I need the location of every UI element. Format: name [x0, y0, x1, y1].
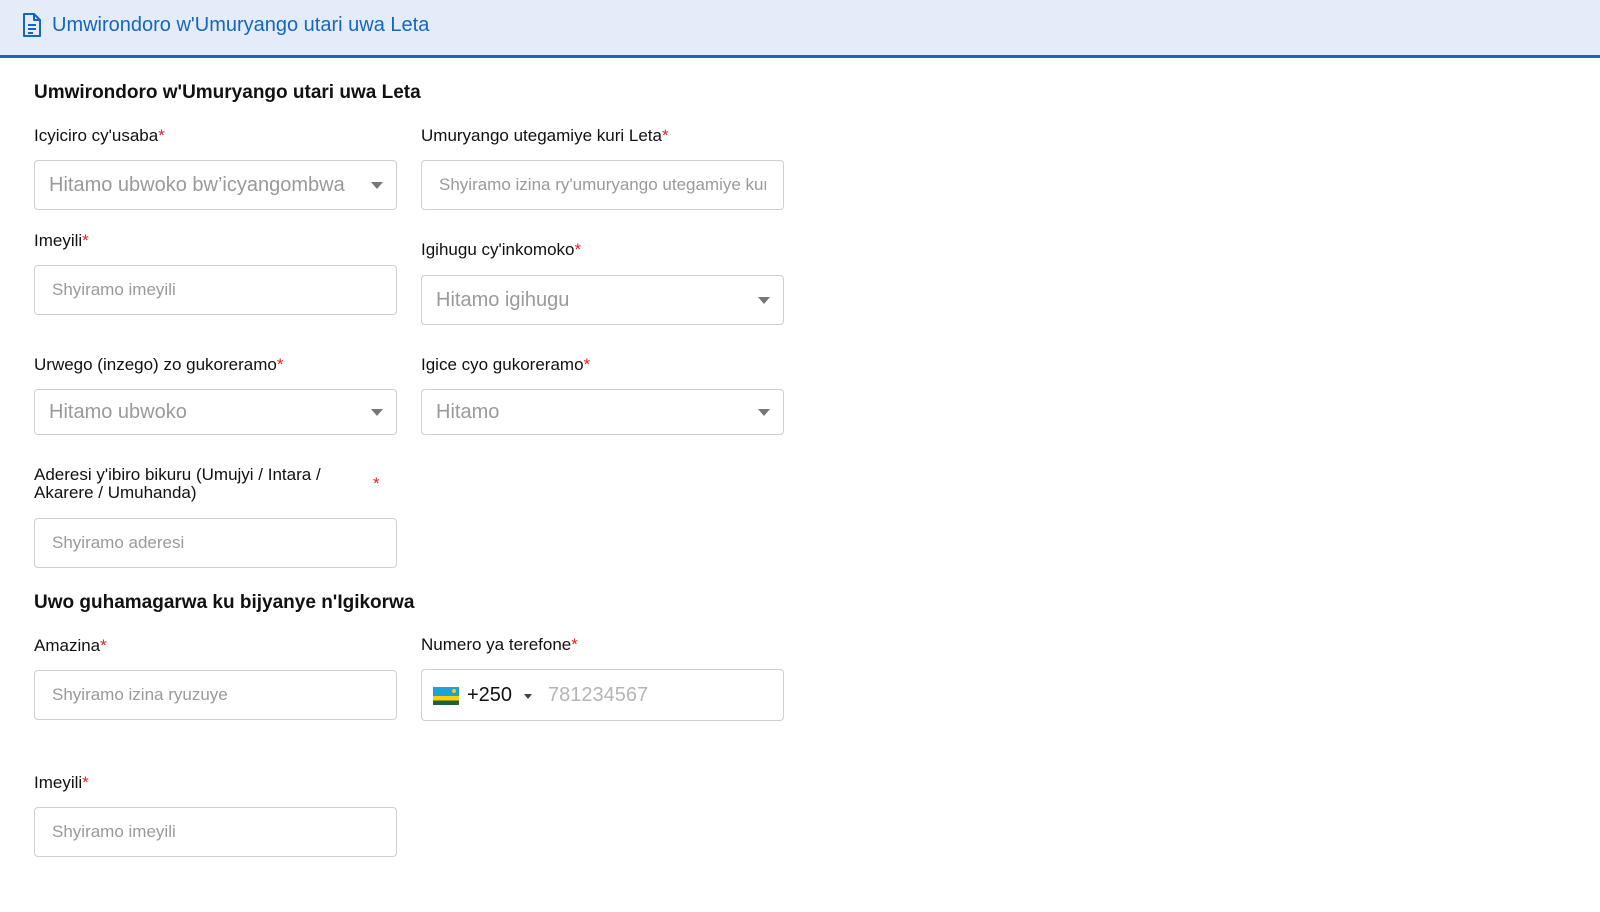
caret-down-icon [758, 409, 770, 416]
required-marker: * [276, 355, 284, 374]
country-select[interactable]: Hitamo igihugu [421, 275, 784, 325]
name-label: Amazina* [34, 636, 107, 655]
document-icon [23, 13, 41, 37]
required-marker: * [82, 773, 89, 792]
sector-select[interactable]: Hitamo ubwoko [34, 389, 397, 435]
section-title-contact: Uwo guhamagarwa ku bijyanye n'Igikorwa [34, 592, 415, 613]
country-code[interactable]: +250 [467, 684, 512, 707]
email-input[interactable] [36, 267, 395, 313]
country-placeholder: Hitamo igihugu [436, 289, 570, 311]
fullname-field[interactable] [34, 670, 397, 720]
fullname-input[interactable] [36, 672, 395, 718]
phone-input[interactable] [534, 671, 774, 719]
email-label: Imeyili* [34, 231, 89, 250]
required-marker: * [574, 240, 582, 259]
parent-org-input[interactable] [423, 162, 782, 208]
section-title-organization: Umwirondoro w'Umuryango utari uwa Leta [34, 82, 421, 103]
rwanda-flag-icon[interactable] [433, 687, 459, 705]
area-select[interactable]: Hitamo [421, 389, 784, 435]
required-marker: * [571, 635, 578, 654]
required-marker: * [100, 636, 107, 655]
caret-down-icon [371, 182, 383, 189]
area-label: Igice cyo gukoreramo* [421, 355, 591, 374]
parent-org-field[interactable] [421, 160, 784, 210]
contact-email-field[interactable] [34, 807, 397, 857]
sector-label: Urwego (inzego) zo gukoreramo* [34, 355, 284, 374]
area-placeholder: Hitamo [436, 401, 500, 423]
required-marker: * [661, 126, 669, 145]
email-field[interactable] [34, 265, 397, 315]
page-header: Umwirondoro w'Umuryango utari uwa Leta [0, 0, 1600, 58]
address-input[interactable] [36, 520, 395, 566]
phone-field[interactable]: +250 [421, 669, 784, 721]
caret-down-icon [371, 409, 383, 416]
contact-email-input[interactable] [36, 809, 395, 855]
required-marker: * [373, 474, 380, 493]
caret-down-icon[interactable] [524, 694, 532, 699]
address-label: Aderesi y'ibiro bikuru (Umujyi / Intara … [34, 465, 321, 502]
page-title: Umwirondoro w'Umuryango utari uwa Leta [52, 14, 430, 36]
caret-down-icon [758, 297, 770, 304]
address-field[interactable] [34, 518, 397, 568]
applicant-category-placeholder: Hitamo ubwoko bw’icyangombwa [49, 174, 345, 196]
required-marker: * [583, 355, 591, 374]
contact-email-label: Imeyili* [34, 773, 89, 792]
sector-placeholder: Hitamo ubwoko [49, 401, 187, 423]
applicant-category-select[interactable]: Hitamo ubwoko bw’icyangombwa [34, 160, 397, 210]
country-label: Igihugu cy'inkomoko* [421, 240, 582, 259]
required-marker: * [82, 231, 89, 250]
required-marker: * [158, 126, 165, 145]
applicant-category-label: Icyiciro cy'usaba* [34, 126, 165, 145]
phone-label: Numero ya terefone* [421, 635, 578, 654]
parent-org-label: Umuryango utegamiye kuri Leta* [421, 126, 669, 145]
